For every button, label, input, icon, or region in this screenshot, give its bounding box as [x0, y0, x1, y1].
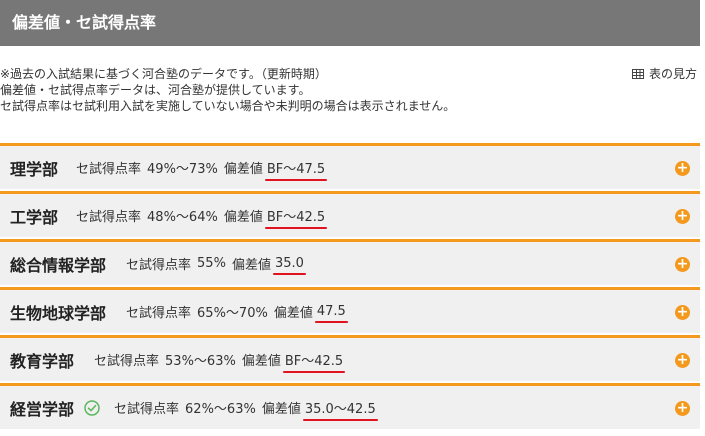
score-value: 48%〜64%	[147, 210, 218, 225]
faculty-row[interactable]: 理学部 セ試得点率 49%〜73% 偏差値 BF〜47.5 +	[0, 143, 700, 189]
how-to-read-label: 表の見方	[648, 67, 697, 81]
faculty-info: セ試得点率 48%〜64% 偏差値 BF〜42.5	[76, 206, 328, 229]
faculty-row[interactable]: 総合情報学部 セ試得点率 55% 偏差値 35.0 +	[0, 239, 700, 285]
faculty-info: セ試得点率 62%〜63% 偏差値 35.0〜42.5	[114, 398, 378, 421]
score-value: 65%〜70%	[197, 306, 268, 321]
faculty-info: セ試得点率 53%〜63% 偏差値 BF〜42.5	[94, 350, 346, 373]
faculty-name: 理学部	[10, 159, 59, 179]
table-icon	[631, 69, 644, 79]
note-line-2: 偏差値・セ試得点率データは、河合塾が提供しています。	[0, 83, 311, 97]
faculty-name: 工学部	[10, 207, 59, 227]
check-circle-icon	[84, 399, 100, 416]
score-label: セ試得点率	[126, 306, 192, 321]
expand-icon[interactable]: +	[675, 304, 690, 320]
faculty-row[interactable]: 経営学部 セ試得点率 62%〜63% 偏差値 35.0〜42.5 +	[0, 383, 700, 429]
faculty-row[interactable]: 生物地球学部 セ試得点率 65%〜70% 偏差値 47.5 +	[0, 287, 700, 333]
faculty-list: 理学部 セ試得点率 49%〜73% 偏差値 BF〜47.5 + 工学部 セ試得点…	[0, 143, 700, 431]
deviation-value: BF〜47.5	[264, 158, 328, 181]
deviation-label: 偏差値	[261, 402, 301, 417]
expand-icon[interactable]: +	[675, 256, 690, 272]
score-label: セ試得点率	[76, 162, 142, 177]
faculty-info: セ試得点率 49%〜73% 偏差値 BF〜47.5	[76, 158, 328, 181]
score-label: セ試得点率	[76, 210, 142, 225]
faculty-name: 生物地球学部	[10, 303, 107, 323]
faculty-name: 経営学部	[10, 399, 75, 419]
deviation-label: 偏差値	[241, 354, 281, 369]
note-line-3: セ試得点率はセ試利用入試を実施していない場合や未判明の場合は表示されません。	[0, 99, 456, 113]
faculty-row[interactable]: 教育学部 セ試得点率 53%〜63% 偏差値 BF〜42.5 +	[0, 335, 700, 381]
score-value: 62%〜63%	[185, 402, 256, 417]
page-header: 偏差値・セ試得点率	[0, 0, 700, 46]
score-value: 55%	[197, 256, 226, 271]
deviation-value: 35.0	[272, 256, 306, 275]
score-label: セ試得点率	[126, 258, 192, 273]
faculty-row[interactable]: 工学部 セ試得点率 48%〜64% 偏差値 BF〜42.5 +	[0, 191, 700, 237]
faculty-name: 教育学部	[10, 351, 75, 371]
score-value: 49%〜73%	[147, 162, 218, 177]
deviation-value: BF〜42.5	[282, 350, 346, 373]
deviation-label: 偏差値	[223, 162, 263, 177]
deviation-label: 偏差値	[273, 306, 313, 321]
deviation-value: BF〜42.5	[264, 206, 328, 229]
score-value: 53%〜63%	[165, 354, 236, 369]
faculty-name: 総合情報学部	[10, 255, 107, 275]
note-line-1: ※過去の入試結果に基づく河合塾のデータです。（更新時期）	[0, 67, 327, 81]
deviation-value: 35.0〜42.5	[302, 398, 378, 421]
expand-icon[interactable]: +	[675, 160, 690, 176]
expand-icon[interactable]: +	[675, 352, 690, 368]
expand-icon[interactable]: +	[675, 208, 690, 224]
score-label: セ試得点率	[114, 402, 180, 417]
page-title: 偏差値・セ試得点率	[12, 13, 157, 32]
expand-icon[interactable]: +	[675, 400, 690, 416]
faculty-info: セ試得点率 65%〜70% 偏差値 47.5	[126, 302, 348, 323]
score-label: セ試得点率	[94, 354, 160, 369]
how-to-read-link[interactable]: 表の見方	[631, 66, 697, 82]
deviation-value: 47.5	[314, 304, 348, 323]
deviation-label: 偏差値	[223, 210, 263, 225]
faculty-info: セ試得点率 55% 偏差値 35.0	[126, 254, 306, 275]
data-notes: ※過去の入試結果に基づく河合塾のデータです。（更新時期） 偏差値・セ試得点率デー…	[0, 66, 700, 114]
deviation-label: 偏差値	[231, 258, 271, 273]
